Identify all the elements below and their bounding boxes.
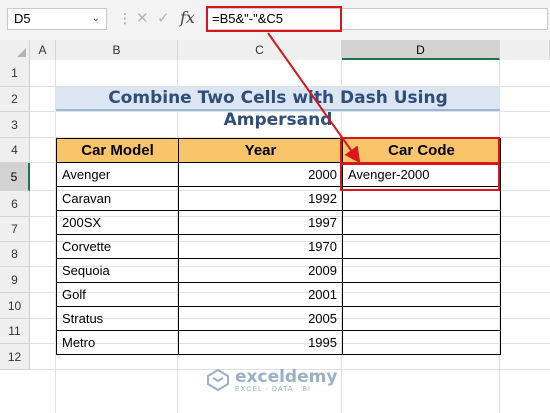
name-box[interactable]: D5 ⌄ bbox=[7, 8, 107, 30]
name-box-value: D5 bbox=[14, 11, 31, 26]
row-header-9[interactable]: 9 bbox=[0, 267, 30, 293]
sheet-title: Combine Two Cells with Dash Using Ampers… bbox=[56, 87, 500, 130]
cell-year[interactable]: 2009 bbox=[178, 258, 343, 283]
more-options-icon[interactable]: ⋮ bbox=[118, 10, 132, 27]
cell-model[interactable]: Stratus bbox=[56, 306, 179, 331]
column-header-a[interactable]: A bbox=[30, 40, 56, 60]
header-car-model[interactable]: Car Model bbox=[56, 138, 179, 163]
header-year[interactable]: Year bbox=[178, 138, 343, 163]
row-header-5[interactable]: 5 bbox=[0, 163, 30, 191]
cell-year[interactable]: 2001 bbox=[178, 282, 343, 307]
cell-year[interactable]: 1995 bbox=[178, 330, 343, 355]
insert-function-icon[interactable]: fx bbox=[180, 8, 195, 27]
active-cell-highlight bbox=[340, 163, 500, 191]
cell-code[interactable] bbox=[342, 258, 501, 283]
cell-model[interactable]: Sequoia bbox=[56, 258, 179, 283]
row-header-7[interactable]: 7 bbox=[0, 217, 30, 242]
row-header-8[interactable]: 8 bbox=[0, 242, 30, 267]
cell-model[interactable]: Corvette bbox=[56, 234, 179, 259]
enter-icon[interactable]: ✓ bbox=[157, 9, 170, 27]
row-header-2[interactable]: 2 bbox=[0, 87, 30, 112]
cell-code[interactable] bbox=[342, 306, 501, 331]
watermark: exceldemy EXCEL · DATA · BI bbox=[205, 367, 355, 397]
cell-code[interactable] bbox=[342, 234, 501, 259]
formula-controls: ⋮ ✕ ✓ fx bbox=[112, 8, 202, 30]
row-header-4[interactable]: 4 bbox=[0, 138, 30, 163]
row-header-3[interactable]: 3 bbox=[0, 112, 30, 138]
cell-code[interactable] bbox=[342, 330, 501, 355]
cell-year[interactable]: 2000 bbox=[178, 162, 343, 187]
exceldemy-logo-icon bbox=[207, 369, 229, 391]
table-row: Metro 1995 bbox=[56, 330, 501, 355]
cell-year[interactable]: 2005 bbox=[178, 306, 343, 331]
column-header-c[interactable]: C bbox=[178, 40, 342, 60]
table-row: Golf 2001 bbox=[56, 282, 501, 307]
cell-year[interactable]: 1997 bbox=[178, 210, 343, 235]
table-row: Sequoia 2009 bbox=[56, 258, 501, 283]
cancel-icon[interactable]: ✕ bbox=[136, 9, 149, 27]
cell-model[interactable]: Avenger bbox=[56, 162, 179, 187]
cell-code[interactable] bbox=[342, 210, 501, 235]
row-header-1[interactable]: 1 bbox=[0, 60, 30, 87]
cell-model[interactable]: Caravan bbox=[56, 186, 179, 211]
row-header-10[interactable]: 10 bbox=[0, 293, 30, 319]
select-all-corner[interactable] bbox=[0, 40, 30, 60]
watermark-name: exceldemy bbox=[235, 367, 338, 387]
cell-model[interactable]: 200SX bbox=[56, 210, 179, 235]
row-header-11[interactable]: 11 bbox=[0, 319, 30, 344]
cell-year[interactable]: 1992 bbox=[178, 186, 343, 211]
row-header-6[interactable]: 6 bbox=[0, 191, 30, 217]
cell-code[interactable] bbox=[342, 282, 501, 307]
table-row: 200SX 1997 bbox=[56, 210, 501, 235]
table-row: Corvette 1970 bbox=[56, 234, 501, 259]
table-row: Stratus 2005 bbox=[56, 306, 501, 331]
cell-year[interactable]: 1970 bbox=[178, 234, 343, 259]
car-code-header-highlight bbox=[340, 137, 500, 164]
row-header-12[interactable]: 12 bbox=[0, 344, 30, 370]
formula-highlight-box bbox=[206, 6, 342, 32]
column-header-e[interactable] bbox=[500, 40, 550, 60]
column-header-b[interactable]: B bbox=[56, 40, 178, 60]
cell-model[interactable]: Metro bbox=[56, 330, 179, 355]
cell-model[interactable]: Golf bbox=[56, 282, 179, 307]
watermark-tagline: EXCEL · DATA · BI bbox=[235, 386, 311, 393]
column-header-d[interactable]: D bbox=[342, 40, 500, 60]
chevron-down-icon[interactable]: ⌄ bbox=[92, 9, 100, 29]
